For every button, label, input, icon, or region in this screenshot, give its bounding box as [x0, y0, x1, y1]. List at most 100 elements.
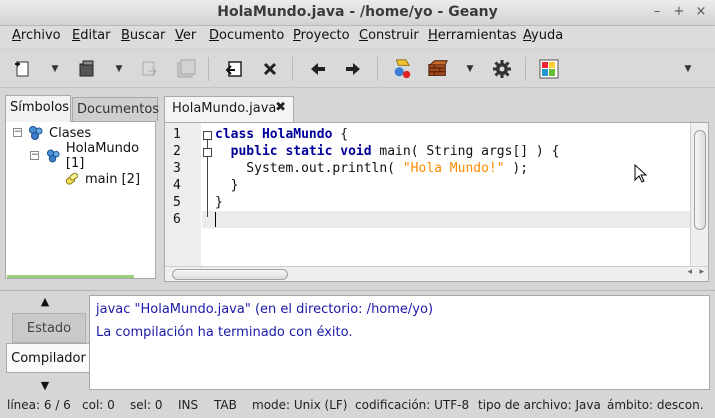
code-token: public [230, 144, 278, 159]
scroll-tabs-up-icon[interactable]: ▲ [36, 295, 54, 308]
menu-archivo[interactable]: Archivo [12, 28, 61, 43]
menu-buscar[interactable]: Buscar [121, 28, 165, 43]
tree-item-label: Clases [49, 125, 92, 141]
status-bar: línea: 6 / 6 col: 0 sel: 0 INS TAB mode:… [0, 394, 715, 418]
line-number: 4 [173, 178, 181, 193]
status-sel: sel: 0 [130, 398, 163, 412]
collapse-icon[interactable]: − [13, 128, 22, 137]
tab-estado[interactable]: Estado [12, 313, 86, 343]
tree-item-clases[interactable]: Clases [28, 124, 91, 142]
new-file-dropdown-icon[interactable]: ▼ [48, 60, 62, 78]
menu-ver[interactable]: Ver [175, 28, 196, 43]
code-line-1: class HolaMundo { [215, 127, 348, 142]
scroll-tabs-down-icon[interactable]: ▼ [36, 379, 54, 392]
menu-construir[interactable]: Construir [359, 28, 419, 43]
forward-icon[interactable] [342, 58, 364, 80]
class-icon [46, 149, 60, 163]
title-bar: HolaMundo.java - /home/yo - Geany – + × [0, 0, 715, 26]
line-number: 3 [173, 161, 181, 176]
toolbar-separator [292, 57, 293, 81]
menu-herramientas[interactable]: Herramientas [428, 28, 517, 43]
toolbar-separator [525, 57, 526, 81]
tree-item-holamundo[interactable]: HolaMundo [1] [46, 141, 155, 171]
maximize-button[interactable]: + [670, 3, 688, 21]
status-encoding: codificación: UTF-8 [355, 398, 470, 412]
status-col: col: 0 [82, 398, 115, 412]
horizontal-scroll-thumb[interactable] [172, 269, 288, 280]
tree-item-main[interactable]: main [2] [64, 170, 140, 188]
menu-bar: Archivo Editar Buscar Ver Documento Proy… [0, 26, 715, 48]
code-token: static [285, 144, 333, 159]
revert-icon[interactable] [223, 58, 245, 80]
build-icon[interactable] [427, 58, 449, 80]
code-token: } [215, 195, 223, 210]
back-icon[interactable] [307, 58, 329, 80]
line-number: 1 [173, 127, 181, 142]
compiler-message[interactable]: javac "HolaMundo.java" (en el directorio… [96, 302, 433, 317]
code-line-2: public static void main( String args[] )… [215, 144, 560, 159]
minimize-button[interactable]: – [648, 3, 666, 21]
tab-compilador[interactable]: Compilador [6, 343, 90, 373]
method-icon [65, 172, 78, 185]
code-editor[interactable]: 1 2 3 4 5 6 class HolaMundo { public sta… [164, 122, 709, 282]
code-token: { [332, 127, 349, 142]
menu-documento[interactable]: Documento [209, 28, 284, 43]
collapse-icon[interactable]: − [30, 151, 39, 160]
status-tab: TAB [214, 398, 237, 412]
code-token: main( String args[] ) { [371, 144, 560, 159]
vertical-scrollbar[interactable] [690, 123, 708, 266]
line-number: 2 [173, 144, 181, 159]
status-filetype: tipo de archivo: Java [478, 398, 601, 412]
compiler-message[interactable]: La compilación ha terminado con éxito. [96, 325, 353, 340]
vertical-scroll-thumb[interactable] [694, 130, 706, 230]
status-scope: ámbito: descon. [607, 398, 704, 412]
tree-item-label: main [2] [85, 171, 141, 187]
code-token: } [215, 178, 239, 193]
code-token: ); [504, 161, 529, 176]
code-line-4: } [215, 178, 239, 193]
save-all-icon[interactable] [175, 58, 197, 80]
close-window-button[interactable]: × [692, 3, 710, 21]
compile-icon[interactable] [391, 58, 413, 80]
build-dropdown-icon[interactable]: ▼ [463, 60, 477, 78]
symbols-tree: − Clases − HolaMundo [1] main [2] [5, 121, 156, 279]
save-icon[interactable] [139, 58, 161, 80]
editor-tab-label: HolaMundo.java [172, 101, 277, 116]
status-mode: mode: Unix (LF) [252, 398, 348, 412]
tab-holamundo-java[interactable]: HolaMundo.java ✖ [164, 96, 294, 122]
fold-line [207, 157, 208, 217]
window-title: HolaMundo.java - /home/yo - Geany [217, 4, 498, 20]
sidebar-progress-strip [7, 275, 134, 278]
open-file-dropdown-icon[interactable]: ▼ [112, 60, 126, 78]
fold-toggle-icon[interactable] [203, 148, 212, 157]
scroll-left-icon[interactable]: ◂ [687, 267, 692, 277]
compiler-output[interactable]: javac "HolaMundo.java" (en el directorio… [89, 295, 710, 390]
text-caret [215, 212, 216, 227]
close-icon[interactable] [259, 58, 281, 80]
code-token: HolaMundo [261, 127, 333, 142]
toolbar-separator [377, 57, 378, 81]
tab-simbolos[interactable]: Símbolos [5, 95, 71, 122]
line-number: 6 [173, 212, 181, 227]
line-number-gutter [165, 123, 201, 266]
color-chooser-icon[interactable] [538, 58, 560, 80]
menu-ayuda[interactable]: Ayuda [523, 28, 563, 43]
code-token: void [340, 144, 372, 159]
close-tab-icon[interactable]: ✖ [275, 100, 286, 115]
mouse-pointer-icon [634, 164, 648, 183]
open-file-icon[interactable] [76, 58, 98, 80]
new-file-icon[interactable] [12, 58, 34, 80]
tab-documentos[interactable]: Documentos [72, 97, 159, 121]
menu-editar[interactable]: Editar [72, 28, 111, 43]
fold-toggle-icon[interactable] [203, 131, 212, 140]
toolbar-overflow-icon[interactable]: ▼ [681, 60, 695, 78]
current-line-highlight [202, 211, 690, 228]
scroll-right-icon[interactable]: ▸ [699, 267, 704, 277]
status-line: línea: 6 / 6 [7, 398, 71, 412]
code-token: System.out.println( [215, 161, 403, 176]
menu-proyecto[interactable]: Proyecto [293, 28, 350, 43]
preferences-icon[interactable] [491, 58, 513, 80]
horizontal-scrollbar[interactable]: ◂ ▸ [165, 266, 708, 281]
